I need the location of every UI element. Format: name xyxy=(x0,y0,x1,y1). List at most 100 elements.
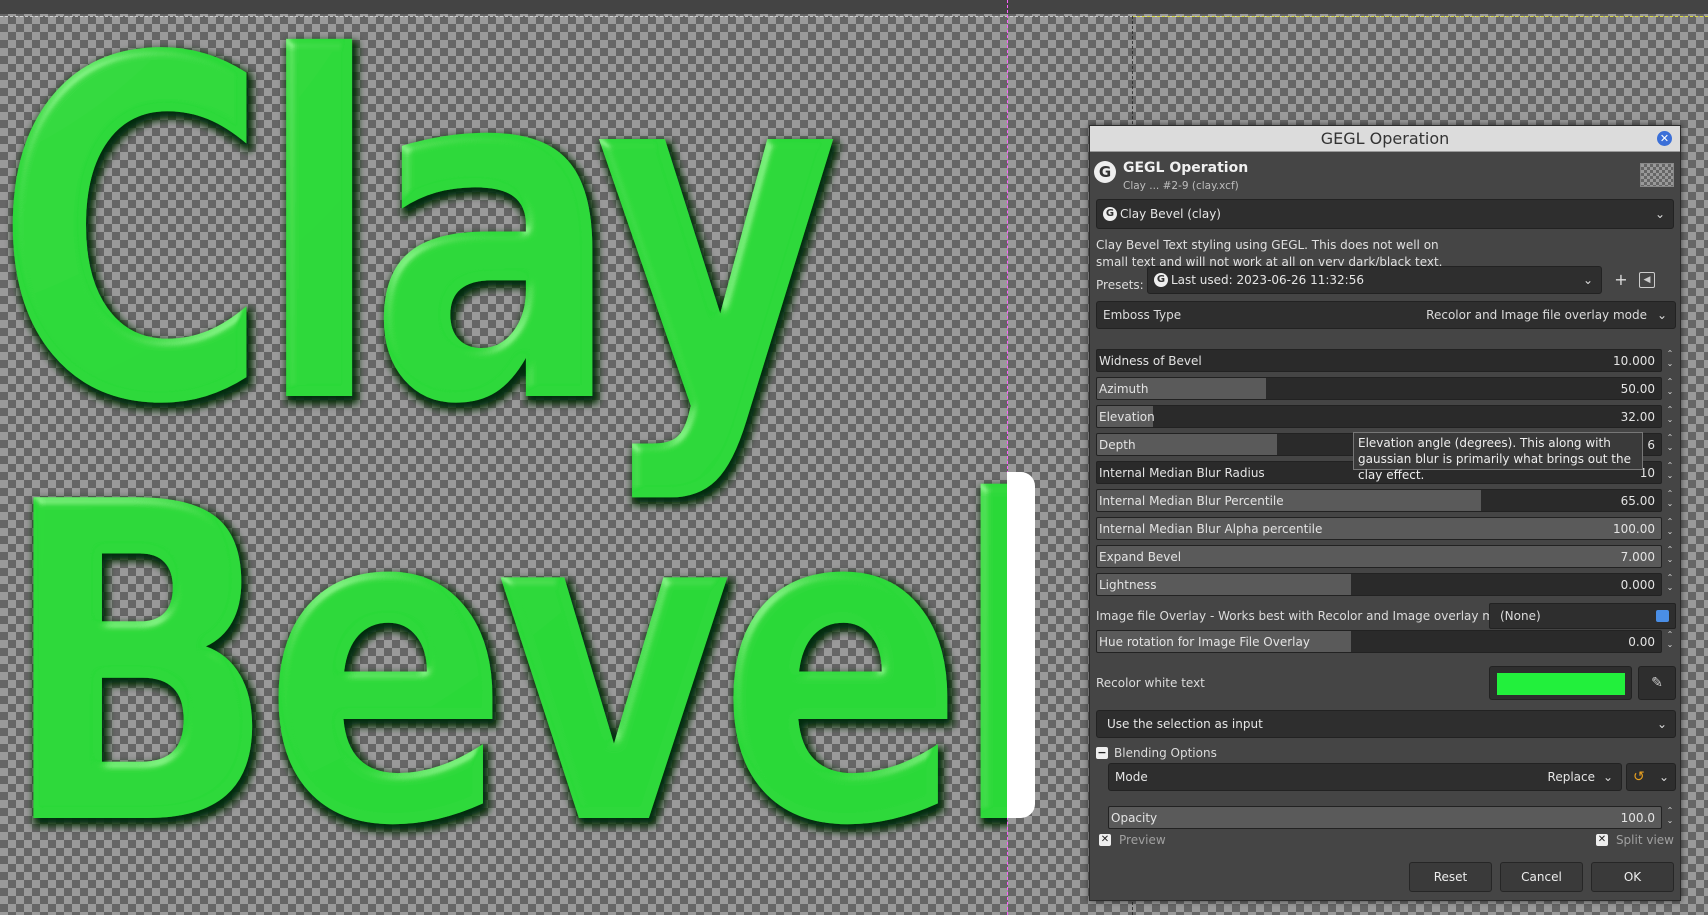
preview-checkbox[interactable]: ✕ Preview xyxy=(1099,833,1166,847)
blending-options-label: Blending Options xyxy=(1114,746,1217,760)
image-overlay-label: Image file Overlay - Works best with Rec… xyxy=(1096,609,1517,623)
unprocessed-text-preview xyxy=(1007,472,1035,818)
operation-select-value: Clay Bevel (clay) xyxy=(1120,207,1221,221)
blend-mode-label: Mode xyxy=(1115,770,1148,784)
param-label: Internal Median Blur Radius xyxy=(1099,466,1265,480)
gegl-logo-icon: G xyxy=(1094,161,1116,183)
param-label: Widness of Bevel xyxy=(1099,354,1202,368)
param-value: 65.00 xyxy=(1620,494,1655,508)
param-label: Azimuth xyxy=(1099,382,1149,396)
color-picker-icon[interactable]: ✎ xyxy=(1638,666,1676,700)
spin-arrows-icon[interactable]: ⌃ ⌄ xyxy=(1664,489,1676,512)
opacity-fill xyxy=(1109,807,1661,828)
hue-rotation-slider[interactable]: Hue rotation for Image File Overlay 0.00 xyxy=(1096,630,1662,653)
reset-arrow-icon: ↺ xyxy=(1633,769,1645,785)
split-view-checkbox[interactable]: ✕ Split view xyxy=(1595,833,1674,847)
blend-mode-select[interactable]: Mode Replace ⌄ xyxy=(1108,763,1622,791)
canvas-text-bevel: Bevel xyxy=(0,410,1007,915)
hue-rotation-label: Hue rotation for Image File Overlay xyxy=(1099,635,1310,649)
hue-rotation-value: 0.00 xyxy=(1628,635,1655,649)
param-slider[interactable]: Elevation 32.00 xyxy=(1096,405,1662,428)
blending-options-expander[interactable]: − Blending Options xyxy=(1096,746,1217,760)
param-slider-fill xyxy=(1097,546,1661,567)
spin-arrows-icon[interactable]: ⌃ ⌄ xyxy=(1664,630,1676,653)
layer-thumbnail xyxy=(1640,163,1674,187)
opacity-slider[interactable]: Opacity 100.0 xyxy=(1108,806,1662,829)
param-value: 32.00 xyxy=(1620,410,1655,424)
recolor-label: Recolor white text xyxy=(1096,676,1205,690)
spin-arrows-icon[interactable]: ⌃ ⌄ xyxy=(1664,517,1676,540)
param-value: 6 xyxy=(1647,438,1655,452)
param-value: 0.000 xyxy=(1620,578,1655,592)
param-value: 50.00 xyxy=(1620,382,1655,396)
param-slider[interactable]: Expand Bevel 7.000 xyxy=(1096,545,1662,568)
emboss-type-select[interactable]: Emboss Type Recolor and Image file overl… xyxy=(1096,301,1676,329)
dialog-titlebar[interactable]: GEGL Operation ✕ xyxy=(1090,126,1680,152)
emboss-type-label: Emboss Type xyxy=(1103,308,1182,322)
param-slider[interactable]: Widness of Bevel 10.000 xyxy=(1096,349,1662,372)
param-value: 10.000 xyxy=(1613,354,1655,368)
chevron-down-icon: ⌄ xyxy=(1658,770,1670,784)
presets-label: Presets: xyxy=(1096,278,1144,292)
header-subtitle: Clay ... #2-9 (clay.xcf) xyxy=(1123,180,1239,192)
param-slider[interactable]: Lightness 0.000 xyxy=(1096,573,1662,596)
chevron-down-icon: ⌄ xyxy=(1656,717,1668,731)
spin-arrows-icon[interactable]: ⌃ ⌄ xyxy=(1664,405,1676,428)
blend-mode-value: Replace xyxy=(1547,770,1595,784)
collapse-icon[interactable]: − xyxy=(1096,747,1108,759)
checkbox-checked-icon: ✕ xyxy=(1595,834,1608,846)
reset-button[interactable]: Reset xyxy=(1409,862,1492,892)
add-preset-icon[interactable]: + xyxy=(1611,270,1631,290)
chevron-down-icon: ⌄ xyxy=(1582,273,1594,287)
chevron-down-icon: ⌄ xyxy=(1656,308,1668,322)
param-value: 7.000 xyxy=(1620,550,1655,564)
param-value: 100.00 xyxy=(1613,522,1655,536)
image-overlay-value: (None) xyxy=(1500,609,1541,623)
selection-input-value: Use the selection as input xyxy=(1107,717,1263,731)
spin-arrows-icon[interactable]: ⌃ ⌄ xyxy=(1664,433,1676,456)
spin-arrows-icon[interactable]: ⌃ ⌄ xyxy=(1664,377,1676,400)
spin-arrows-icon[interactable]: ⌃ ⌄ xyxy=(1664,461,1676,484)
split-view-label: Split view xyxy=(1615,833,1674,847)
selection-input-select[interactable]: Use the selection as input ⌄ xyxy=(1096,710,1676,738)
param-slider[interactable]: Internal Median Blur Alpha percentile 100… xyxy=(1096,517,1662,540)
close-icon[interactable]: ✕ xyxy=(1657,131,1672,146)
recolor-color-button[interactable] xyxy=(1489,666,1632,700)
chevron-down-icon: ⌄ xyxy=(1602,770,1614,784)
preview-label: Preview xyxy=(1119,833,1166,847)
param-label: Depth xyxy=(1099,438,1136,452)
cancel-button[interactable]: Cancel xyxy=(1500,862,1583,892)
spin-arrows-icon[interactable]: ⌃ ⌄ xyxy=(1664,573,1676,596)
presets-select[interactable]: G Last used: 2023-06-26 11:32:56 ⌄ xyxy=(1147,266,1602,294)
layer-boundary-horizontal-yellow xyxy=(1132,16,1708,17)
param-label: Expand Bevel xyxy=(1099,550,1182,564)
header-title: GEGL Operation xyxy=(1123,160,1249,176)
composite-mode-button[interactable]: ↺ ⌄ xyxy=(1626,763,1676,791)
param-slider[interactable]: Azimuth 50.00 xyxy=(1096,377,1662,400)
recolor-swatch xyxy=(1497,673,1625,695)
gegl-operation-dialog: GEGL Operation ✕ G GEGL Operation Clay .… xyxy=(1089,125,1681,901)
chevron-down-icon: ⌄ xyxy=(1654,207,1666,221)
canvas-text-art: Clay Bevel xyxy=(0,0,1007,915)
gegl-small-icon: G xyxy=(1103,207,1117,221)
spin-arrows-icon[interactable]: ⌃ ⌄ xyxy=(1664,806,1676,829)
presets-select-value: Last used: 2023-06-26 11:32:56 xyxy=(1171,273,1364,287)
preset-menu-icon[interactable]: ◀ xyxy=(1639,272,1655,288)
dialog-window-title: GEGL Operation xyxy=(1320,129,1450,148)
ok-button[interactable]: OK xyxy=(1591,862,1674,892)
emboss-type-value: Recolor and Image file overlay mode xyxy=(1426,308,1647,322)
spin-arrows-icon[interactable]: ⌃ ⌄ xyxy=(1664,349,1676,372)
param-slider[interactable]: Internal Median Blur Percentile 65.00 xyxy=(1096,489,1662,512)
opacity-label: Opacity xyxy=(1111,811,1158,825)
param-label: Internal Median Blur Alpha percentile xyxy=(1099,522,1323,536)
param-label: Internal Median Blur Percentile xyxy=(1099,494,1284,508)
elevation-tooltip: Elevation angle (degrees). This along wi… xyxy=(1353,432,1643,482)
spin-arrows-icon[interactable]: ⌃ ⌄ xyxy=(1664,545,1676,568)
dialog-header: G GEGL Operation Clay ... #2-9 (clay.xcf… xyxy=(1090,156,1680,198)
file-open-icon[interactable] xyxy=(1656,610,1669,622)
gegl-small-icon: G xyxy=(1154,273,1168,287)
operation-select[interactable]: G Clay Bevel (clay) ⌄ xyxy=(1096,199,1674,229)
image-overlay-file-chooser[interactable]: (None) xyxy=(1489,603,1676,629)
checkbox-checked-icon: ✕ xyxy=(1099,834,1111,846)
opacity-value: 100.0 xyxy=(1620,811,1655,825)
